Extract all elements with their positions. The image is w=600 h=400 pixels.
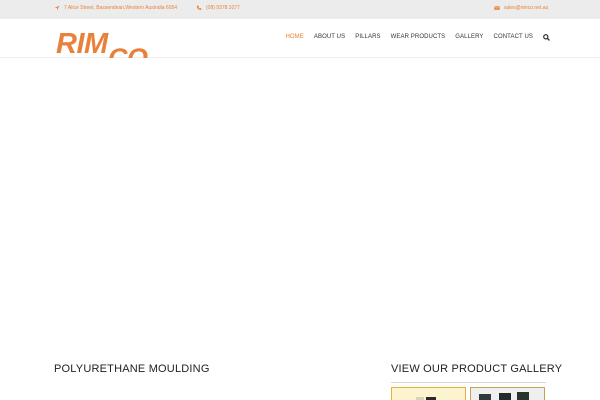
- phone-icon: [196, 5, 202, 11]
- gallery-heading: VIEW OUR PRODUCT GALLERY: [391, 363, 563, 375]
- gallery-thumbnail[interactable]: [391, 387, 466, 400]
- phone-text[interactable]: (08) 9378 3277: [206, 5, 240, 11]
- address-text: 7 Alice Street, Bassendean,Western Austr…: [64, 5, 178, 11]
- top-contact-bar: 7 Alice Street, Bassendean,Western Austr…: [0, 0, 600, 19]
- email-text[interactable]: sales@rimco.net.au: [504, 5, 548, 11]
- nav-gallery[interactable]: GALLERY: [450, 34, 488, 40]
- envelope-icon: [494, 5, 500, 11]
- gallery-thumbnail[interactable]: [470, 387, 545, 400]
- address-item: 7 Alice Street, Bassendean,Western Austr…: [54, 5, 177, 11]
- svg-text:RIM: RIM: [56, 28, 109, 60]
- nav-wear-products[interactable]: WEAR PRODUCTS: [386, 34, 451, 40]
- email-item[interactable]: sales@rimco.net.au: [494, 5, 548, 11]
- nav-home[interactable]: HOME: [280, 34, 308, 40]
- nav-about-us[interactable]: ABOUT US: [309, 34, 350, 40]
- nav-contact-us[interactable]: CONTACT US: [489, 34, 538, 40]
- nav-pillars[interactable]: PILLARS: [350, 34, 385, 40]
- hero-slider-area: [0, 58, 600, 348]
- location-arrow-icon: [54, 5, 60, 11]
- polyurethane-heading: POLYURETHANE MOULDING: [54, 363, 210, 375]
- main-nav: HOME ABOUT US PILLARS WEAR PRODUCTS GALL…: [280, 33, 550, 41]
- gallery-heading-divider: [391, 382, 546, 383]
- search-icon[interactable]: [542, 33, 550, 41]
- phone-item[interactable]: (08) 9378 3277: [196, 5, 240, 11]
